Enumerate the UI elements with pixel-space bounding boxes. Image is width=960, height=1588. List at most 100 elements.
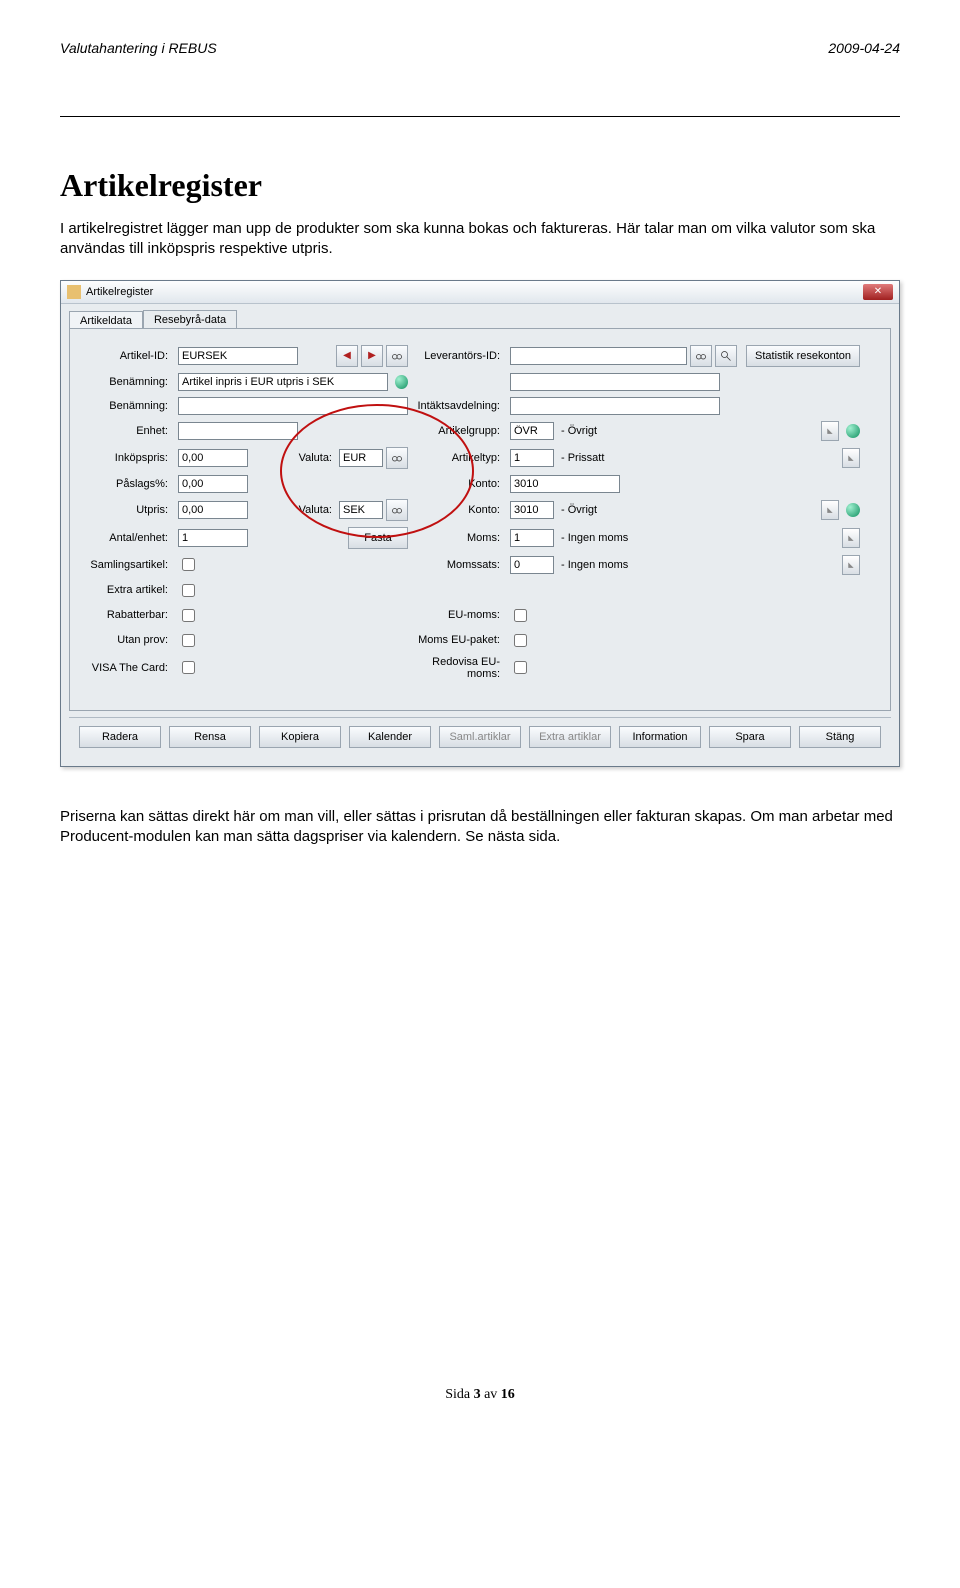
information-button[interactable]: Information — [619, 726, 701, 748]
label-benamning: Benämning: — [82, 376, 172, 388]
valuta2-input[interactable] — [339, 501, 383, 519]
benamning-input[interactable] — [178, 373, 388, 391]
label-valuta2: Valuta: — [251, 504, 336, 516]
intro-paragraph-2: Priserna kan sättas direkt här om man vi… — [60, 807, 900, 848]
window-icon — [67, 285, 81, 299]
label-visathecard: VISA The Card: — [82, 662, 172, 674]
fasta-button[interactable]: Fasta — [348, 527, 408, 549]
binoculars-icon[interactable] — [690, 345, 712, 367]
header-left: Valutahantering i REBUS — [60, 40, 217, 56]
momseupaket-checkbox[interactable] — [514, 634, 527, 647]
spara-button[interactable]: Spara — [709, 726, 791, 748]
label-konto1: Konto: — [414, 478, 504, 490]
stang-button[interactable]: Stäng — [799, 726, 881, 748]
page-footer: Sida 3 av 16 — [60, 1387, 900, 1403]
label-leverantorsid: Leverantörs-ID: — [414, 350, 504, 362]
prev-icon[interactable]: ◀ — [336, 345, 358, 367]
status-dot-icon[interactable] — [846, 424, 860, 438]
doc-header: Valutahantering i REBUS 2009-04-24 — [60, 40, 900, 56]
inkopspris-input[interactable] — [178, 449, 248, 467]
dropdown-icon[interactable]: ◣ — [842, 448, 860, 468]
titlebar: Artikelregister ✕ — [61, 281, 899, 304]
label-artikelgrupp: Artikelgrupp: — [414, 425, 504, 437]
konto2-desc: - Övrigt — [557, 504, 818, 516]
next-icon[interactable]: ▶ — [361, 345, 383, 367]
label-paslag: Påslags%: — [82, 478, 172, 490]
label-utanprov: Utan prov: — [82, 634, 172, 646]
label-rabatterbar: Rabatterbar: — [82, 609, 172, 621]
binoculars-icon[interactable] — [386, 499, 408, 521]
label-inkopspris: Inköpspris: — [82, 452, 172, 464]
intro-paragraph-1: I artikelregistret lägger man upp de pro… — [60, 219, 900, 260]
label-redovisaeumoms: Redovisa EU-moms: — [414, 656, 504, 680]
dropdown-icon[interactable]: ◣ — [842, 528, 860, 548]
label-eumoms: EU-moms: — [414, 609, 504, 621]
paslag-input[interactable] — [178, 475, 248, 493]
label-benamning2: Benämning: — [82, 400, 172, 412]
binoculars-icon[interactable] — [386, 447, 408, 469]
redovisaeumoms-checkbox[interactable] — [514, 661, 527, 674]
button-bar: Radera Rensa Kopiera Kalender Saml.artik… — [69, 717, 891, 756]
antalenhet-input[interactable] — [178, 529, 248, 547]
artikeltyp-desc: - Prissatt — [557, 452, 839, 464]
artikeltyp-input[interactable] — [510, 449, 554, 467]
moms-desc: - Ingen moms — [557, 532, 839, 544]
momssats-desc: - Ingen moms — [557, 559, 839, 571]
benamning-lev-input[interactable] — [510, 373, 720, 391]
radera-button[interactable]: Radera — [79, 726, 161, 748]
artikelgrupp-desc: - Övrigt — [557, 425, 818, 437]
label-artikeltyp: Artikeltyp: — [414, 452, 504, 464]
konto2-input[interactable] — [510, 501, 554, 519]
extraartiklar-button[interactable]: Extra artiklar — [529, 726, 611, 748]
utanprov-checkbox[interactable] — [182, 634, 195, 647]
label-momseupaket: Moms EU-paket: — [414, 634, 504, 646]
label-moms: Moms: — [414, 532, 504, 544]
moms-input[interactable] — [510, 529, 554, 547]
tab-resebyra[interactable]: Resebyrå-data — [143, 310, 237, 329]
tab-panel: Artikel-ID: ◀ ▶ Leverantörs-ID: Statisti… — [69, 328, 891, 711]
samlartiklar-button[interactable]: Saml.artiklar — [439, 726, 521, 748]
kopiera-button[interactable]: Kopiera — [259, 726, 341, 748]
window-title: Artikelregister — [86, 286, 153, 298]
label-konto2: Konto: — [414, 504, 504, 516]
rabatterbar-checkbox[interactable] — [182, 609, 195, 622]
artikelgrupp-input[interactable] — [510, 422, 554, 440]
label-utpris: Utpris: — [82, 504, 172, 516]
valuta1-input[interactable] — [339, 449, 383, 467]
leverantorsid-input[interactable] — [510, 347, 687, 365]
enhet-input[interactable] — [178, 422, 298, 440]
kalender-button[interactable]: Kalender — [349, 726, 431, 748]
label-samlingsartikel: Samlingsartikel: — [82, 559, 172, 571]
samlingsartikel-checkbox[interactable] — [182, 558, 195, 571]
close-icon[interactable]: ✕ — [863, 284, 893, 300]
label-intaktsavdelning: Intäktsavdelning: — [414, 400, 504, 412]
status-dot-icon[interactable] — [846, 503, 860, 517]
benamning2-input[interactable] — [178, 397, 408, 415]
page-title: Artikelregister — [60, 167, 900, 204]
statistik-button[interactable]: Statistik resekonton — [746, 345, 860, 367]
label-momssats: Momssats: — [414, 559, 504, 571]
binoculars-icon[interactable] — [386, 345, 408, 367]
label-enhet: Enhet: — [82, 425, 172, 437]
tab-strip: Artikeldata Resebyrå-data — [69, 310, 891, 329]
visathecard-checkbox[interactable] — [182, 661, 195, 674]
dropdown-icon[interactable]: ◣ — [842, 555, 860, 575]
dropdown-icon[interactable]: ◣ — [821, 500, 839, 520]
momssats-input[interactable] — [510, 556, 554, 574]
label-antalenhet: Antal/enhet: — [82, 532, 172, 544]
label-extraartikel: Extra artikel: — [82, 584, 172, 596]
label-artikelid: Artikel-ID: — [82, 350, 172, 362]
artikelid-input[interactable] — [178, 347, 298, 365]
app-window: Artikelregister ✕ Artikeldata Resebyrå-d… — [60, 280, 900, 767]
label-valuta1: Valuta: — [251, 452, 336, 464]
magnifier-icon[interactable] — [715, 345, 737, 367]
rensa-button[interactable]: Rensa — [169, 726, 251, 748]
extraartikel-checkbox[interactable] — [182, 584, 195, 597]
intaktsavdelning-input[interactable] — [510, 397, 720, 415]
konto1-input[interactable] — [510, 475, 620, 493]
header-right: 2009-04-24 — [828, 40, 900, 56]
status-dot-icon[interactable] — [395, 375, 408, 389]
utpris-input[interactable] — [178, 501, 248, 519]
dropdown-icon[interactable]: ◣ — [821, 421, 839, 441]
eumoms-checkbox[interactable] — [514, 609, 527, 622]
